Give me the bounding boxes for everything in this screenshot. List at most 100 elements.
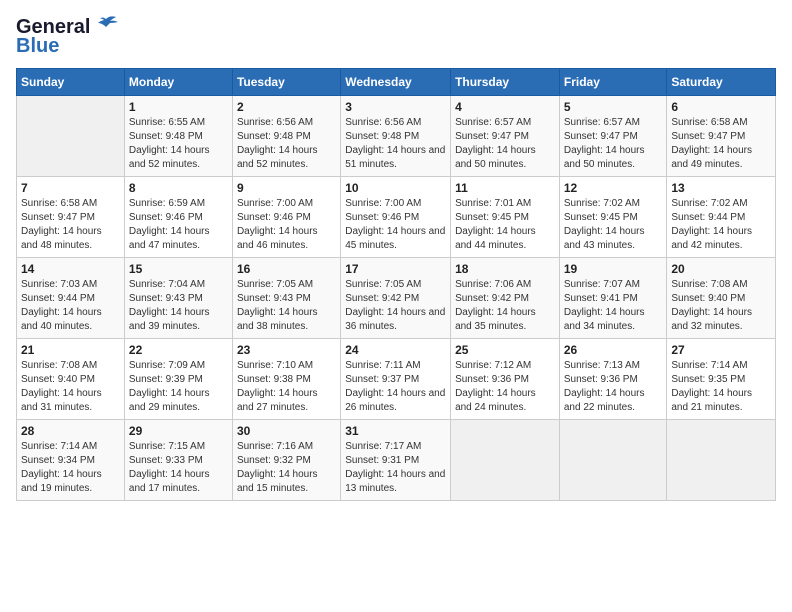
- header-day-friday: Friday: [559, 69, 667, 96]
- day-info: Sunrise: 6:58 AMSunset: 9:47 PMDaylight:…: [21, 197, 120, 253]
- day-number: 19: [564, 262, 663, 276]
- day-info: Sunrise: 7:08 AMSunset: 9:40 PMDaylight:…: [671, 278, 771, 334]
- day-info: Sunrise: 6:59 AMSunset: 9:46 PMDaylight:…: [129, 197, 228, 253]
- calendar-cell: 8 Sunrise: 6:59 AMSunset: 9:46 PMDaylight…: [124, 177, 232, 258]
- logo-bird-icon: [92, 15, 120, 37]
- calendar-cell: 28 Sunrise: 7:14 AMSunset: 9:34 PMDayligh…: [17, 420, 125, 501]
- calendar-cell: [17, 96, 125, 177]
- day-number: 10: [345, 181, 446, 195]
- day-info: Sunrise: 7:10 AMSunset: 9:38 PMDaylight:…: [237, 359, 336, 415]
- day-info: Sunrise: 7:15 AMSunset: 9:33 PMDaylight:…: [129, 440, 228, 496]
- day-info: Sunrise: 6:56 AMSunset: 9:48 PMDaylight:…: [237, 116, 336, 172]
- day-info: Sunrise: 7:12 AMSunset: 9:36 PMDaylight:…: [455, 359, 555, 415]
- day-info: Sunrise: 7:04 AMSunset: 9:43 PMDaylight:…: [129, 278, 228, 334]
- day-number: 6: [671, 100, 771, 114]
- calendar-cell: 29 Sunrise: 7:15 AMSunset: 9:33 PMDayligh…: [124, 420, 232, 501]
- calendar-cell: 9 Sunrise: 7:00 AMSunset: 9:46 PMDaylight…: [232, 177, 340, 258]
- calendar-cell: 25Sunrise: 7:12 AMSunset: 9:36 PMDayligh…: [451, 339, 560, 420]
- calendar-cell: 18Sunrise: 7:06 AMSunset: 9:42 PMDayligh…: [451, 258, 560, 339]
- day-number: 20: [671, 262, 771, 276]
- calendar-cell: 4 Sunrise: 6:57 AMSunset: 9:47 PMDaylight…: [451, 96, 560, 177]
- day-number: 14: [21, 262, 120, 276]
- day-number: 4: [455, 100, 555, 114]
- calendar-cell: 7Sunrise: 6:58 AMSunset: 9:47 PMDaylight…: [17, 177, 125, 258]
- week-row-4: 21 Sunrise: 7:08 AMSunset: 9:40 PMDayligh…: [17, 339, 776, 420]
- day-number: 26: [564, 343, 663, 357]
- calendar-cell: [559, 420, 667, 501]
- day-info: Sunrise: 7:13 AMSunset: 9:36 PMDaylight:…: [564, 359, 663, 415]
- week-row-2: 7Sunrise: 6:58 AMSunset: 9:47 PMDaylight…: [17, 177, 776, 258]
- calendar-cell: 27Sunrise: 7:14 AMSunset: 9:35 PMDayligh…: [667, 339, 776, 420]
- day-number: 9: [237, 181, 336, 195]
- calendar-cell: 5Sunrise: 6:57 AMSunset: 9:47 PMDaylight…: [559, 96, 667, 177]
- day-number: 5: [564, 100, 663, 114]
- week-row-3: 14Sunrise: 7:03 AMSunset: 9:44 PMDayligh…: [17, 258, 776, 339]
- calendar-cell: 31Sunrise: 7:17 AMSunset: 9:31 PMDayligh…: [341, 420, 451, 501]
- day-info: Sunrise: 7:06 AMSunset: 9:42 PMDaylight:…: [455, 278, 555, 334]
- calendar-cell: 3 Sunrise: 6:56 AMSunset: 9:48 PMDaylight…: [341, 96, 451, 177]
- day-number: 12: [564, 181, 663, 195]
- calendar-cell: 1Sunrise: 6:55 AMSunset: 9:48 PMDaylight…: [124, 96, 232, 177]
- day-number: 28: [21, 424, 120, 438]
- day-info: Sunrise: 7:14 AMSunset: 9:35 PMDaylight:…: [671, 359, 771, 415]
- day-number: 24: [345, 343, 446, 357]
- calendar-cell: 14Sunrise: 7:03 AMSunset: 9:44 PMDayligh…: [17, 258, 125, 339]
- header-row: SundayMondayTuesdayWednesdayThursdayFrid…: [17, 69, 776, 96]
- day-info: Sunrise: 7:16 AMSunset: 9:32 PMDaylight:…: [237, 440, 336, 496]
- calendar-cell: 2 Sunrise: 6:56 AMSunset: 9:48 PMDaylight…: [232, 96, 340, 177]
- day-number: 3: [345, 100, 446, 114]
- logo: General Blue: [16, 16, 120, 58]
- week-row-5: 28 Sunrise: 7:14 AMSunset: 9:34 PMDayligh…: [17, 420, 776, 501]
- day-number: 16: [237, 262, 336, 276]
- day-info: Sunrise: 7:00 AMSunset: 9:46 PMDaylight:…: [237, 197, 336, 253]
- day-info: Sunrise: 7:01 AMSunset: 9:45 PMDaylight:…: [455, 197, 555, 253]
- day-info: Sunrise: 6:56 AMSunset: 9:48 PMDaylight:…: [345, 116, 446, 172]
- header-day-monday: Monday: [124, 69, 232, 96]
- day-number: 15: [129, 262, 228, 276]
- day-number: 11: [455, 181, 555, 195]
- calendar-cell: 26 Sunrise: 7:13 AMSunset: 9:36 PMDayligh…: [559, 339, 667, 420]
- calendar-cell: 30 Sunrise: 7:16 AMSunset: 9:32 PMDayligh…: [232, 420, 340, 501]
- calendar-cell: 12 Sunrise: 7:02 AMSunset: 9:45 PMDayligh…: [559, 177, 667, 258]
- day-number: 29: [129, 424, 228, 438]
- calendar-cell: 20 Sunrise: 7:08 AMSunset: 9:40 PMDayligh…: [667, 258, 776, 339]
- day-info: Sunrise: 7:02 AMSunset: 9:44 PMDaylight:…: [671, 197, 771, 253]
- calendar-cell: 16Sunrise: 7:05 AMSunset: 9:43 PMDayligh…: [232, 258, 340, 339]
- calendar-cell: 10 Sunrise: 7:00 AMSunset: 9:46 PMDayligh…: [341, 177, 451, 258]
- calendar-table: SundayMondayTuesdayWednesdayThursdayFrid…: [16, 68, 776, 501]
- day-info: Sunrise: 7:05 AMSunset: 9:42 PMDaylight:…: [345, 278, 446, 334]
- calendar-cell: 6 Sunrise: 6:58 AMSunset: 9:47 PMDaylight…: [667, 96, 776, 177]
- header-day-tuesday: Tuesday: [232, 69, 340, 96]
- calendar-cell: [451, 420, 560, 501]
- calendar-cell: 21 Sunrise: 7:08 AMSunset: 9:40 PMDayligh…: [17, 339, 125, 420]
- header-day-wednesday: Wednesday: [341, 69, 451, 96]
- day-info: Sunrise: 6:55 AMSunset: 9:48 PMDaylight:…: [129, 116, 228, 172]
- header-day-sunday: Sunday: [17, 69, 125, 96]
- day-info: Sunrise: 6:58 AMSunset: 9:47 PMDaylight:…: [671, 116, 771, 172]
- header-day-thursday: Thursday: [451, 69, 560, 96]
- day-info: Sunrise: 7:17 AMSunset: 9:31 PMDaylight:…: [345, 440, 446, 496]
- day-info: Sunrise: 7:14 AMSunset: 9:34 PMDaylight:…: [21, 440, 120, 496]
- calendar-cell: [667, 420, 776, 501]
- day-info: Sunrise: 6:57 AMSunset: 9:47 PMDaylight:…: [455, 116, 555, 172]
- calendar-cell: 13 Sunrise: 7:02 AMSunset: 9:44 PMDayligh…: [667, 177, 776, 258]
- calendar-cell: 22Sunrise: 7:09 AMSunset: 9:39 PMDayligh…: [124, 339, 232, 420]
- day-number: 2: [237, 100, 336, 114]
- day-info: Sunrise: 7:02 AMSunset: 9:45 PMDaylight:…: [564, 197, 663, 253]
- day-info: Sunrise: 7:00 AMSunset: 9:46 PMDaylight:…: [345, 197, 446, 253]
- calendar-cell: 24 Sunrise: 7:11 AMSunset: 9:37 PMDayligh…: [341, 339, 451, 420]
- day-number: 30: [237, 424, 336, 438]
- day-number: 13: [671, 181, 771, 195]
- calendar-cell: 17 Sunrise: 7:05 AMSunset: 9:42 PMDayligh…: [341, 258, 451, 339]
- calendar-cell: 19Sunrise: 7:07 AMSunset: 9:41 PMDayligh…: [559, 258, 667, 339]
- calendar-cell: 15 Sunrise: 7:04 AMSunset: 9:43 PMDayligh…: [124, 258, 232, 339]
- day-number: 8: [129, 181, 228, 195]
- logo-blue: Blue: [16, 35, 59, 58]
- page-header: General Blue: [16, 16, 776, 58]
- day-info: Sunrise: 7:08 AMSunset: 9:40 PMDaylight:…: [21, 359, 120, 415]
- day-number: 23: [237, 343, 336, 357]
- calendar-cell: 11 Sunrise: 7:01 AMSunset: 9:45 PMDayligh…: [451, 177, 560, 258]
- day-number: 17: [345, 262, 446, 276]
- day-number: 21: [21, 343, 120, 357]
- day-info: Sunrise: 7:11 AMSunset: 9:37 PMDaylight:…: [345, 359, 446, 415]
